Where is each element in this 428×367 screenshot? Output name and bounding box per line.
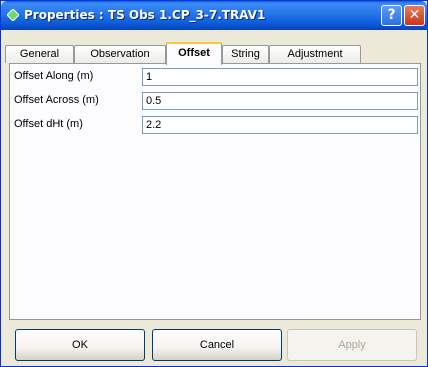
ok-button[interactable]: OK [15,329,145,361]
tab-general[interactable]: General [5,45,74,63]
close-button[interactable]: ✕ [404,5,425,26]
offset-along-input[interactable]: 1 [142,68,418,86]
offset-dht-input[interactable]: 2.2 [142,116,418,134]
offset-panel: Offset Along (m) 1 Offset Across (m) 0.5… [9,63,421,320]
offset-across-row: Offset Across (m) 0.5 [10,92,420,110]
tab-observation[interactable]: Observation [74,45,166,63]
offset-dht-label: Offset dHt (m) [14,118,83,130]
app-diamond-icon [7,9,19,21]
offset-dht-row: Offset dHt (m) 2.2 [10,116,420,134]
tab-offset[interactable]: Offset [166,42,222,65]
properties-dialog: Properties : TS Obs 1.CP_3-7.TRAV1 ? ✕ G… [0,0,428,367]
window-title: Properties : TS Obs 1.CP_3-7.TRAV1 [24,8,266,22]
cancel-button[interactable]: Cancel [152,329,282,361]
offset-across-label: Offset Across (m) [14,94,99,106]
tab-string[interactable]: String [222,45,269,63]
offset-along-label: Offset Along (m) [14,70,94,82]
title-bar[interactable]: Properties : TS Obs 1.CP_3-7.TRAV1 ? ✕ [1,1,427,30]
tab-adjustment[interactable]: Adjustment [269,45,361,63]
offset-along-row: Offset Along (m) 1 [10,68,420,86]
apply-button[interactable]: Apply [287,329,417,361]
offset-across-input[interactable]: 0.5 [142,92,418,110]
help-button[interactable]: ? [381,5,402,26]
button-bar: OK Cancel Apply [9,322,421,364]
